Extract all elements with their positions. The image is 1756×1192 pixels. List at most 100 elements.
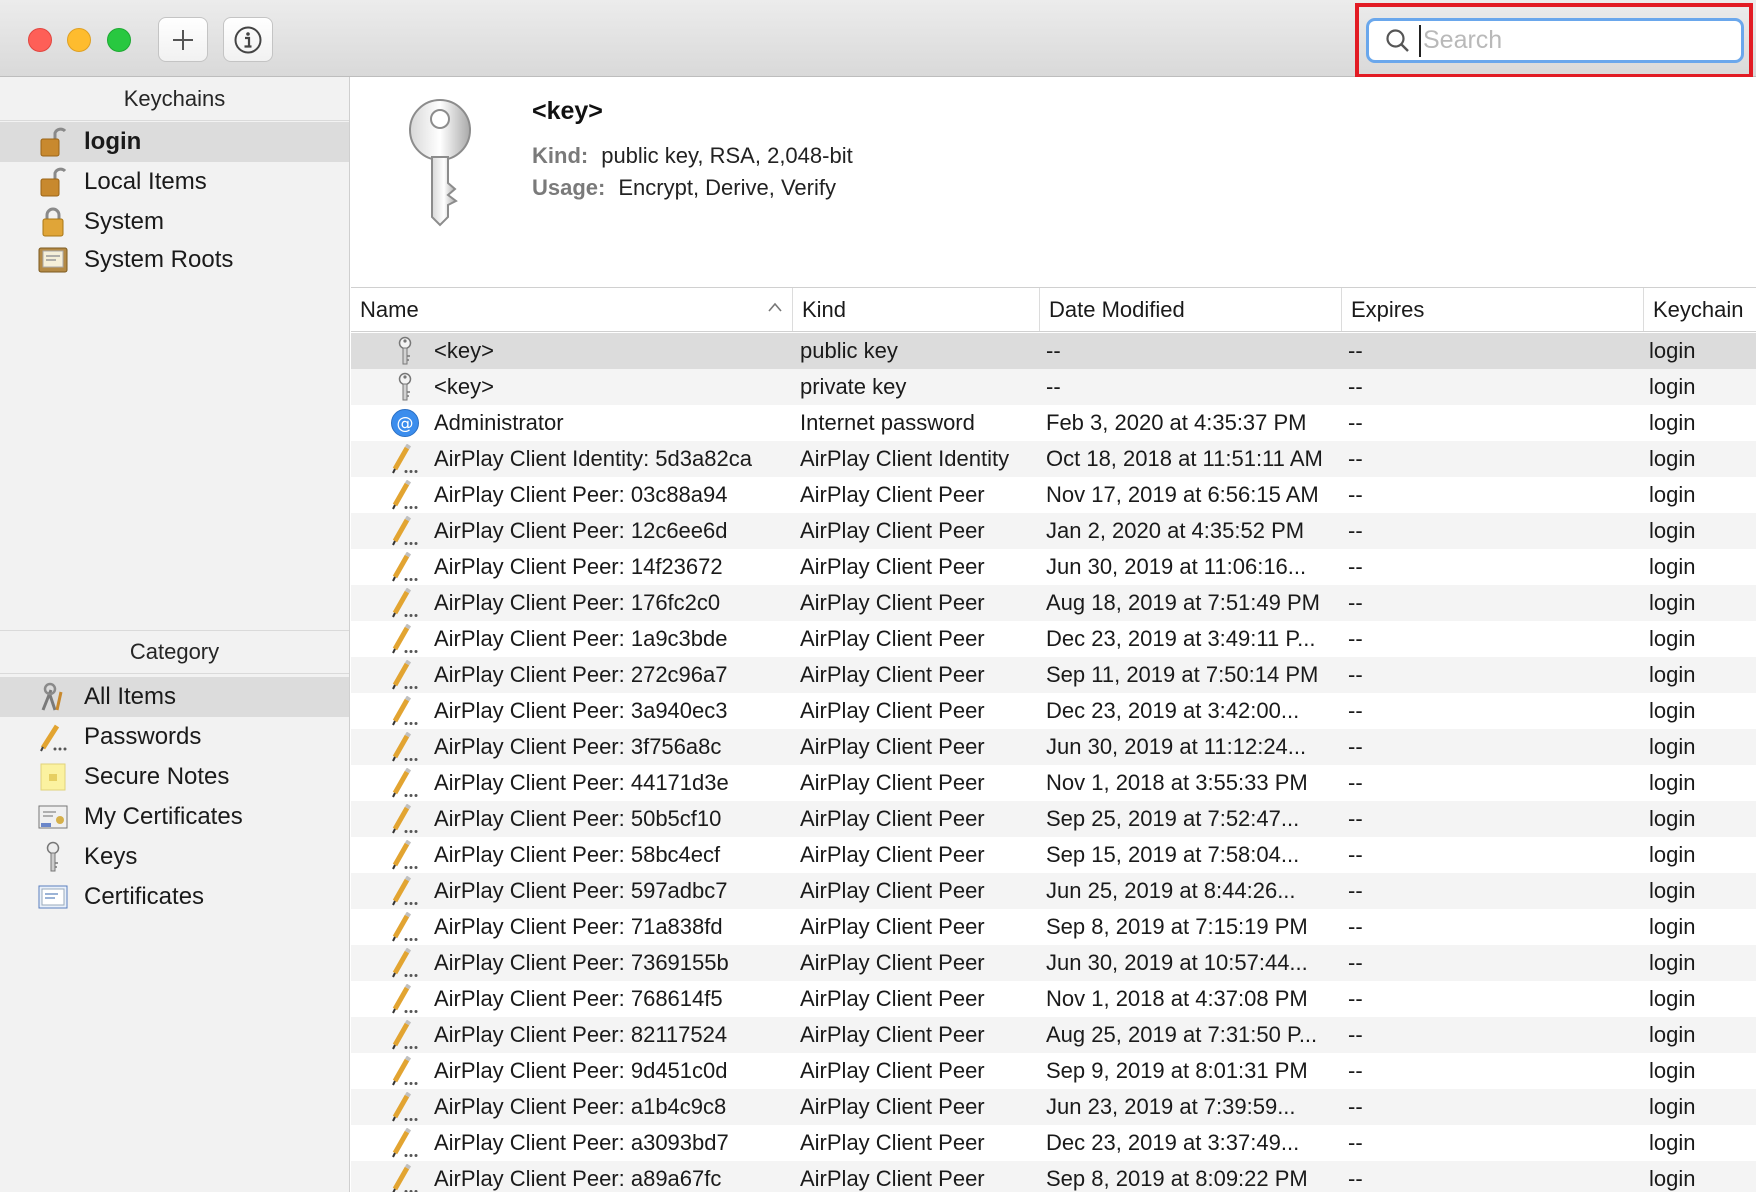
detail-kind-label: Kind: [532, 143, 589, 168]
cell-keychain: login [1649, 446, 1696, 471]
table-row[interactable]: AirPlay Client Peer: 03c88a94 AirPlay Cli… [351, 477, 1756, 513]
table-row[interactable]: AirPlay Client Peer: a1b4c9c8 AirPlay Cli… [351, 1089, 1756, 1125]
keychain-item-system-roots[interactable]: System Roots [0, 240, 349, 280]
cell-date-modified: Jun 30, 2019 at 11:12:24... [1046, 734, 1307, 759]
table-row[interactable]: AirPlay Client Peer: 7369155b AirPlay Cli… [351, 945, 1756, 981]
minimize-window-button[interactable] [67, 28, 91, 52]
close-window-button[interactable] [28, 28, 52, 52]
cell-expires: -- [1348, 482, 1363, 507]
keychain-label: System [84, 208, 165, 235]
table-row[interactable]: AirPlay Client Peer: a89a67fc AirPlay Cli… [351, 1161, 1756, 1192]
cell-expires: -- [1348, 446, 1363, 471]
column-header-date-modified[interactable]: Date Modified [1039, 288, 1341, 331]
pencil-icon [387, 801, 423, 837]
cell-expires: -- [1348, 914, 1363, 939]
cell-name: AirPlay Client Peer: 50b5cf10 [434, 806, 722, 831]
cell-expires: -- [1348, 698, 1363, 723]
cell-date-modified: Jun 30, 2019 at 11:06:16... [1046, 554, 1307, 579]
cell-date-modified: Dec 23, 2019 at 3:42:00... [1046, 698, 1300, 723]
cell-expires: -- [1348, 410, 1363, 435]
search-input[interactable] [1419, 24, 1725, 57]
table-row[interactable]: AirPlay Client Peer: 58bc4ecf AirPlay Cli… [351, 837, 1756, 873]
cell-date-modified: Dec 23, 2019 at 3:37:49... [1046, 1130, 1300, 1155]
table-row[interactable]: AirPlay Client Peer: 3a940ec3 AirPlay Cli… [351, 693, 1756, 729]
cell-date-modified: Aug 25, 2019 at 7:31:50 P... [1046, 1022, 1318, 1047]
category-item-passwords[interactable]: Passwords [0, 717, 349, 757]
table-row[interactable]: AirPlay Client Peer: 50b5cf10 AirPlay Cli… [351, 801, 1756, 837]
table-row[interactable]: AirPlay Client Peer: 176fc2c0 AirPlay Cli… [351, 585, 1756, 621]
category-item-secure-notes[interactable]: Secure Notes [0, 757, 349, 797]
pencil-icon [387, 513, 423, 549]
table-row[interactable]: AirPlay Client Peer: 44171d3e AirPlay Cli… [351, 765, 1756, 801]
cell-name: AirPlay Client Peer: 03c88a94 [434, 482, 728, 507]
column-header-keychain[interactable]: Keychain [1643, 288, 1756, 331]
table-row[interactable]: AirPlay Client Identity: 5d3a82ca AirPlay… [351, 441, 1756, 477]
cell-keychain: login [1649, 950, 1696, 975]
table-row[interactable]: @ Administrator Internet password Feb 3, 20… [351, 405, 1756, 441]
keychain-item-system[interactable]: System [0, 202, 349, 242]
category-item-my-certificates[interactable]: My Certificates [0, 797, 349, 837]
search-field[interactable] [1366, 18, 1744, 63]
table-row[interactable]: AirPlay Client Peer: 14f23672 AirPlay Cli… [351, 549, 1756, 585]
table-row[interactable]: AirPlay Client Peer: 768614f5 AirPlay Cli… [351, 981, 1756, 1017]
table-row[interactable]: AirPlay Client Peer: 3f756a8c AirPlay Cli… [351, 729, 1756, 765]
table-row[interactable]: <key> private key -- -- login [351, 369, 1756, 405]
table-row[interactable]: AirPlay Client Peer: 272c96a7 AirPlay Cli… [351, 657, 1756, 693]
pencil-icon [38, 720, 68, 754]
cell-kind: AirPlay Client Peer [800, 1130, 985, 1155]
table-row[interactable]: AirPlay Client Peer: 9d451c0d AirPlay Cli… [351, 1053, 1756, 1089]
column-header-name[interactable]: Name [351, 288, 792, 331]
cell-date-modified: Nov 1, 2018 at 3:55:33 PM [1046, 770, 1308, 795]
cell-kind: AirPlay Client Peer [800, 914, 985, 939]
cell-name: AirPlay Client Peer: 82117524 [434, 1022, 728, 1047]
pencil-icon [387, 621, 423, 657]
cell-date-modified: Feb 3, 2020 at 4:35:37 PM [1046, 410, 1307, 435]
table-row[interactable]: AirPlay Client Peer: 597adbc7 AirPlay Cli… [351, 873, 1756, 909]
cell-expires: -- [1348, 770, 1363, 795]
category-item-certificates[interactable]: Certificates [0, 877, 349, 917]
category-item-keys[interactable]: Keys [0, 837, 349, 877]
cell-keychain: login [1649, 1022, 1696, 1047]
cell-date-modified: Sep 9, 2019 at 8:01:31 PM [1046, 1058, 1308, 1083]
detail-usage-value: Encrypt, Derive, Verify [618, 175, 836, 200]
category-label: All Items [84, 683, 177, 710]
detail-usage-label: Usage: [532, 175, 606, 200]
cell-kind: AirPlay Client Peer [800, 950, 985, 975]
cell-expires: -- [1348, 1058, 1363, 1083]
cell-date-modified: Dec 23, 2019 at 3:49:11 P... [1046, 626, 1316, 651]
table-row[interactable]: AirPlay Client Peer: 12c6ee6d AirPlay Cli… [351, 513, 1756, 549]
cell-date-modified: -- [1046, 374, 1061, 399]
table-row[interactable]: AirPlay Client Peer: 1a9c3bde AirPlay Cli… [351, 621, 1756, 657]
zoom-window-button[interactable] [107, 28, 131, 52]
pencil-icon [387, 585, 423, 621]
keychain-item-login[interactable]: login [0, 122, 349, 162]
keychain-item-local-items[interactable]: Local Items [0, 162, 349, 202]
cell-kind: AirPlay Client Peer [800, 554, 985, 579]
column-header-expires[interactable]: Expires [1341, 288, 1643, 331]
cell-name: AirPlay Client Peer: 1a9c3bde [434, 626, 728, 651]
my-certificate-icon [38, 800, 68, 834]
column-header-kind[interactable]: Kind [792, 288, 1039, 331]
cell-name: AirPlay Client Peer: 3f756a8c [434, 734, 722, 759]
cell-kind: AirPlay Client Identity [800, 446, 1010, 471]
cell-kind: AirPlay Client Peer [800, 842, 985, 867]
category-label: Certificates [84, 883, 205, 910]
table-row[interactable]: AirPlay Client Peer: 82117524 AirPlay Cli… [351, 1017, 1756, 1053]
unlocked-padlock-icon [38, 165, 68, 199]
category-label: Secure Notes [84, 763, 230, 790]
all-items-icon [38, 680, 68, 714]
table-row[interactable]: <key> public key -- -- login [351, 333, 1756, 369]
table-row[interactable]: AirPlay Client Peer: a3093bd7 AirPlay Cli… [351, 1125, 1756, 1161]
key-icon [38, 840, 68, 874]
add-item-button[interactable] [158, 17, 208, 62]
table-row[interactable]: AirPlay Client Peer: 71a838fd AirPlay Cli… [351, 909, 1756, 945]
cell-keychain: login [1649, 914, 1696, 939]
category-item-all-items[interactable]: All Items [0, 677, 349, 717]
pencil-icon [387, 1161, 423, 1192]
cell-name: AirPlay Client Peer: 3a940ec3 [434, 698, 728, 723]
get-info-button[interactable] [223, 17, 273, 62]
cell-date-modified: Aug 18, 2019 at 7:51:49 PM [1046, 590, 1320, 615]
cell-name: AirPlay Client Peer: 44171d3e [434, 770, 729, 795]
items-table: <key> public key -- -- login <key> private key… [351, 333, 1756, 1192]
keychain-label: Local Items [84, 168, 207, 195]
